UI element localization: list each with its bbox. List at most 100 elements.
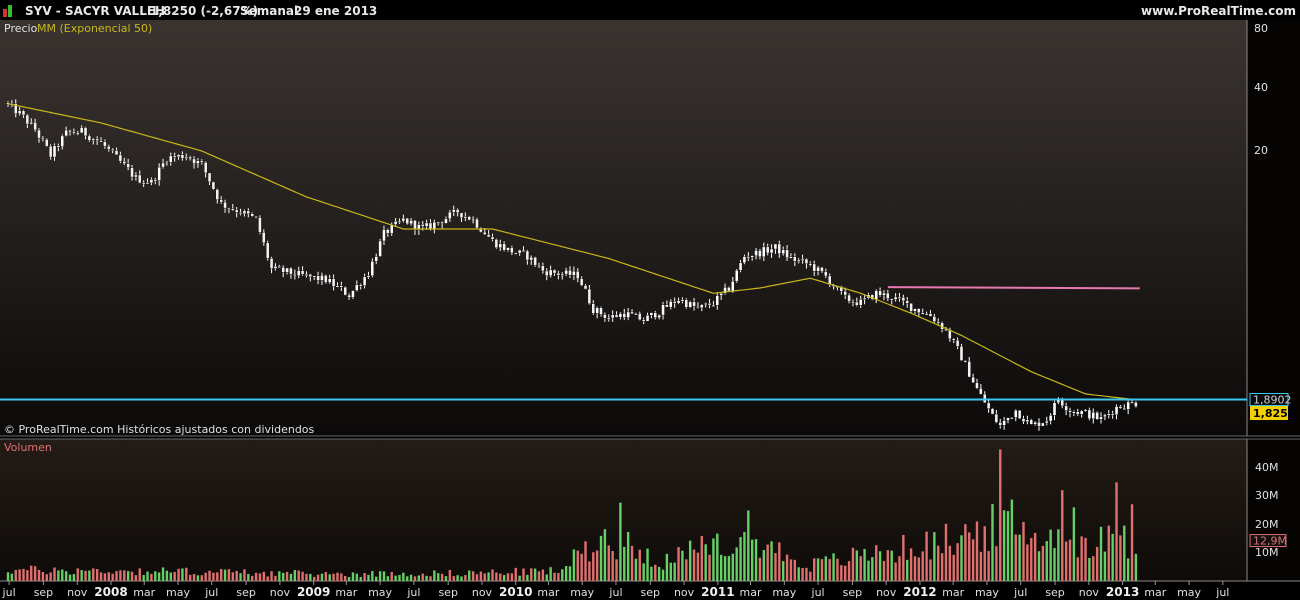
volume-bar: [150, 573, 153, 581]
candle-body: [165, 162, 169, 164]
candle-body: [703, 303, 708, 305]
candle-body: [928, 313, 933, 317]
volume-bar: [828, 559, 831, 581]
candle-body: [192, 158, 196, 164]
volume-bar: [219, 568, 223, 581]
candle-body: [587, 288, 592, 304]
volume-bar: [619, 502, 622, 581]
month-label: sep: [438, 586, 457, 599]
month-label: nov: [674, 586, 695, 599]
candle-body: [680, 299, 685, 302]
candle-body: [859, 299, 863, 306]
candle-body: [785, 249, 789, 258]
candle-body: [33, 122, 37, 131]
volume-bar: [592, 552, 595, 581]
candle-body: [254, 216, 258, 218]
volume-bar: [262, 571, 266, 581]
volume-bar: [138, 568, 141, 581]
volume-bar: [394, 575, 397, 581]
volume-bar: [371, 571, 374, 581]
candle-body: [366, 275, 371, 278]
volume-bar: [429, 576, 432, 581]
candle-body: [1037, 421, 1041, 427]
candle-body: [560, 273, 564, 276]
volume-bar: [940, 553, 944, 581]
volume-bar: [1126, 558, 1130, 581]
volume-bar: [506, 573, 510, 581]
candle-body: [738, 262, 743, 271]
resistance-line[interactable]: [887, 286, 1140, 290]
volume-bar: [22, 568, 25, 581]
candle-body: [692, 301, 696, 307]
volume-bar: [223, 569, 227, 581]
volume-bar: [750, 539, 754, 581]
volume-bar: [250, 575, 254, 581]
volume-bar: [6, 572, 10, 581]
candle-body: [793, 256, 797, 262]
candle-body: [572, 270, 576, 276]
volume-bar: [421, 573, 424, 581]
volume-bar: [650, 566, 653, 581]
volume-bar: [603, 529, 607, 581]
volume-bar: [514, 567, 517, 581]
candle-body: [1064, 405, 1068, 411]
volume-bar: [1076, 557, 1079, 581]
volume-bar: [743, 532, 746, 581]
volume-bar: [1088, 557, 1091, 581]
volume-bar: [409, 574, 413, 581]
month-label: sep: [34, 586, 53, 599]
volume-bar: [239, 573, 242, 581]
volume-bar: [801, 568, 804, 581]
volume-bar: [851, 547, 855, 581]
volume-bar: [378, 571, 382, 581]
volume-bar: [235, 570, 238, 581]
candle-body: [1033, 421, 1037, 425]
candle-body: [184, 156, 188, 159]
candle-body: [231, 208, 235, 211]
chart-canvas[interactable]: SYV - SACYR VALLEH 1,8250 (-2,67%) Seman…: [0, 0, 1300, 600]
candle-body: [1095, 412, 1099, 420]
volume-bar: [247, 574, 250, 581]
volume-bar: [584, 541, 587, 581]
volume-bar: [390, 571, 393, 581]
volume-bar: [580, 553, 583, 581]
month-label: mar: [335, 586, 357, 599]
volume-bar: [518, 575, 521, 581]
candle-body: [641, 319, 646, 322]
candle-body: [428, 222, 433, 229]
volume-bar: [115, 571, 118, 581]
candle-body: [998, 422, 1002, 426]
volume-bar: [987, 551, 990, 581]
candle-body: [1087, 409, 1092, 419]
price-panel[interactable]: [0, 20, 1247, 436]
candle-body: [924, 313, 929, 316]
volume-bar: [499, 573, 502, 581]
site-label[interactable]: www.ProRealTime.com: [1141, 4, 1296, 18]
volume-bar: [642, 563, 645, 581]
volume-bar: [553, 572, 556, 581]
candle-body: [661, 304, 665, 316]
candle-body: [649, 312, 654, 316]
candle-body: [262, 232, 266, 244]
candle-body: [1010, 417, 1014, 420]
candle-body: [68, 129, 72, 133]
candle-body: [610, 314, 615, 319]
candle-body: [60, 135, 64, 147]
candle-body: [1122, 407, 1126, 410]
candle-body: [21, 110, 26, 116]
volume-bar: [425, 575, 428, 581]
volume-bar: [906, 559, 909, 581]
volume-bar: [448, 569, 452, 581]
candle-body: [618, 313, 623, 318]
year-label: 2011: [701, 585, 734, 599]
month-label: mar: [942, 586, 964, 599]
volume-bar: [847, 561, 851, 581]
candle-body: [1114, 406, 1119, 415]
price-candle: [1095, 411, 1099, 421]
volume-bar: [281, 572, 285, 581]
candle-body: [769, 248, 774, 254]
price-candle: [990, 407, 995, 415]
candle-body: [211, 181, 216, 190]
candle-body: [603, 314, 607, 319]
candle-body: [203, 162, 208, 174]
